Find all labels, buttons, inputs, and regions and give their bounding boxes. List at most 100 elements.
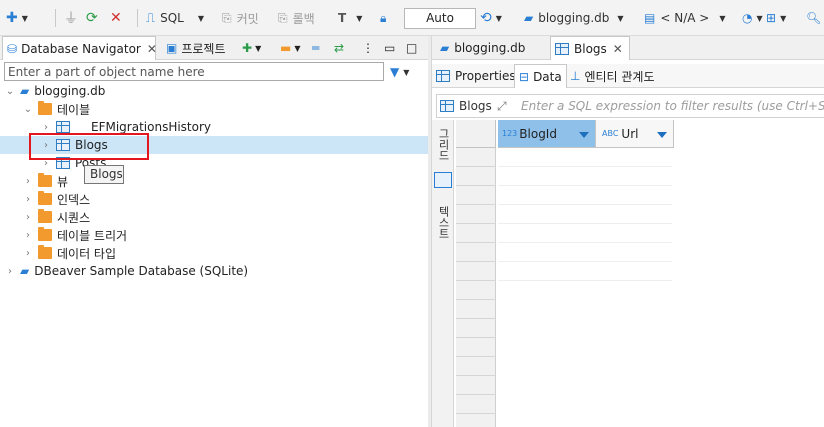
tab-projects[interactable]: ▣ 프로젝트 xyxy=(162,36,226,60)
table-icon xyxy=(56,121,70,133)
results-grid: 123 BlogId ABC Url xyxy=(456,120,824,427)
subtab-er-diagram[interactable]: ⊥ 엔티티 관계도 xyxy=(570,64,655,88)
expand-arrow-icon[interactable]: › xyxy=(40,122,52,133)
tree-node-triggers[interactable]: › 테이블 트리거 xyxy=(22,226,127,244)
new-connection-small-button[interactable]: ✚ ▼ xyxy=(242,36,261,60)
grid-icon[interactable] xyxy=(434,172,452,188)
expand-arrow-icon[interactable]: › xyxy=(22,248,34,259)
tree-node-tables[interactable]: ⌄ 테이블 xyxy=(22,100,90,118)
history-button[interactable]: ⟲ ▼ xyxy=(480,9,502,27)
tree-node-views[interactable]: › 뷰 xyxy=(22,172,68,190)
expand-filter-button[interactable]: ⤢ xyxy=(497,97,507,115)
commit-button[interactable]: ⎘ 커밋 xyxy=(222,9,259,27)
chevron-down-icon: ▼ xyxy=(756,13,763,23)
new-folder-button[interactable]: ▬ ▼ xyxy=(280,36,301,60)
chevron-down-icon: ▼ xyxy=(356,13,363,23)
chevron-down-icon: ▼ xyxy=(21,13,28,23)
transaction-mode-box[interactable]: Auto xyxy=(404,8,476,29)
collapse-arrow-icon[interactable]: ⌄ xyxy=(4,86,16,97)
text-type-icon: ABC xyxy=(602,129,619,138)
active-datasource-selector[interactable]: ▰ blogging.db ▼ xyxy=(524,9,624,27)
column-header-blogid[interactable]: 123 BlogId xyxy=(498,120,596,148)
close-icon[interactable]: ✕ xyxy=(613,42,623,56)
sql-filter-input[interactable]: Enter a SQL expression to filter results… xyxy=(521,97,824,115)
table-icon xyxy=(440,100,454,112)
reconnect-button[interactable]: ⟳ xyxy=(86,9,98,27)
chevron-down-icon: ▼ xyxy=(197,13,205,23)
sqlite-db-icon: ▰ xyxy=(20,84,30,98)
tab-blogging-db[interactable]: ▰ blogging.db xyxy=(438,36,525,60)
rollback-button[interactable]: ⎘ 롤백 xyxy=(278,9,315,27)
plug-plus-icon: ✚ xyxy=(6,10,18,26)
tables-folder-icon xyxy=(38,101,52,115)
schema-icon: ▤ xyxy=(644,11,656,25)
disconnect-button[interactable]: ✕ xyxy=(110,9,122,27)
chevron-down-icon: ▼ xyxy=(255,43,262,53)
main-toolbar: ✚ ▼ ⏚ ⟳ ✕ ⎍ SQL ▼ ⎘ 커밋 ⎘ 롤백 T ▼ 🔒︎ Auto ⟲ ▼ ▰ bl… xyxy=(0,0,824,36)
clock-icon: ⟲ xyxy=(480,10,492,26)
transaction-mode-button[interactable]: T ▼ xyxy=(338,9,362,27)
subtab-properties[interactable]: Properties xyxy=(436,64,516,88)
tree-node-sample-db[interactable]: › ▰ DBeaver Sample Database (SQLite) xyxy=(4,262,248,280)
sqlite-db-icon: ▰ xyxy=(20,264,30,278)
tree-node-sequences[interactable]: › 시퀀스 xyxy=(22,208,90,226)
subtab-data[interactable]: ⊟ Data xyxy=(514,64,567,88)
tree-node-indexes[interactable]: › 인덱스 xyxy=(22,190,90,208)
column-header-url[interactable]: ABC Url xyxy=(596,120,674,148)
plug-plus-icon: ✚ xyxy=(242,41,253,55)
new-connection-button[interactable]: ✚ ▼ xyxy=(6,9,28,27)
folder-icon xyxy=(38,227,52,241)
editor-subtabs: Properties ⊟ Data ⊥ 엔티티 관계도 xyxy=(432,64,824,88)
filter-config-button[interactable]: ▼ ▼ xyxy=(390,63,409,81)
active-schema-selector[interactable]: ▤ < N/A > ▼ xyxy=(644,9,725,27)
link-editor-button[interactable]: ⇄ xyxy=(334,36,344,60)
tooltip: Blogs xyxy=(84,165,124,184)
expand-arrow-icon[interactable]: › xyxy=(4,266,16,277)
row-number-column xyxy=(456,148,496,427)
table-icon xyxy=(436,70,450,82)
tab-database-navigator[interactable]: ⛁ Database Navigator ✕ xyxy=(2,36,157,60)
network-button[interactable]: ⊞ ▼ xyxy=(766,9,786,27)
highlight-box xyxy=(29,133,149,160)
chevron-down-icon: ▼ xyxy=(403,67,410,77)
folder-plus-icon: ▬ xyxy=(280,41,292,55)
search-icon: 🔍︎ xyxy=(806,11,822,25)
tab-blogs[interactable]: Blogs ✕ xyxy=(550,36,630,60)
rollback-icon: ⎘ xyxy=(278,10,288,25)
sql-editor-button[interactable]: ⎍ SQL ▼ xyxy=(146,9,204,27)
table-icon xyxy=(555,42,569,55)
tree-node-datatypes[interactable]: › 데이터 타입 xyxy=(22,244,116,262)
database-icon: ▰ xyxy=(440,41,450,55)
tree-node-blogging-db[interactable]: ⌄ ▰ blogging.db xyxy=(4,82,106,100)
collapse-arrow-icon[interactable]: ⌄ xyxy=(22,104,34,115)
grid-view-tab[interactable]: 그리드 xyxy=(435,128,451,164)
connect-button[interactable]: ⏚ xyxy=(64,9,78,27)
expand-arrow-icon[interactable]: › xyxy=(22,230,34,241)
numeric-type-icon: 123 xyxy=(502,129,518,138)
database-navigator-panel: ⛁ Database Navigator ✕ ▣ 프로젝트 ✚ ▼ ▬ ▼ ═ ⇄ ⋮ ▭… xyxy=(0,36,428,427)
disconnect-icon: ✕ xyxy=(110,10,122,26)
maximize-button[interactable]: □ xyxy=(406,36,417,60)
view-menu-button[interactable]: ⋮ xyxy=(362,36,374,60)
chevron-down-icon: ▼ xyxy=(495,13,502,23)
text-view-tab[interactable]: 텍스트 xyxy=(435,206,451,246)
collapse-all-button[interactable]: ═ xyxy=(312,36,319,60)
table-editor-panel: ▰ blogging.db Blogs ✕ Properties ⊟ Data ⊥ 엔티… xyxy=(431,36,824,427)
expand-arrow-icon[interactable]: › xyxy=(22,212,34,223)
search-button[interactable]: 🔍︎ xyxy=(806,9,821,27)
diagram-icon: ⊥ xyxy=(570,69,581,83)
sort-dropdown-icon[interactable] xyxy=(579,132,589,138)
expand-icon: ⤢ xyxy=(497,98,507,113)
minimize-button[interactable]: ▭ xyxy=(384,36,395,60)
dashboard-button[interactable]: ◔ ▼ xyxy=(742,9,763,27)
filter-icon: ▼ xyxy=(390,65,400,79)
navigator-filter-input[interactable] xyxy=(4,62,384,81)
lock-button[interactable]: 🔒︎ xyxy=(380,9,386,27)
folder-icon xyxy=(38,245,52,259)
chevron-down-icon: ▼ xyxy=(617,13,624,23)
expand-arrow-icon[interactable]: › xyxy=(22,176,34,187)
view-mode-strip: 그리드 텍스트 xyxy=(432,120,454,427)
close-icon[interactable]: ✕ xyxy=(147,42,157,56)
sort-dropdown-icon[interactable] xyxy=(657,132,667,138)
expand-arrow-icon[interactable]: › xyxy=(22,194,34,205)
